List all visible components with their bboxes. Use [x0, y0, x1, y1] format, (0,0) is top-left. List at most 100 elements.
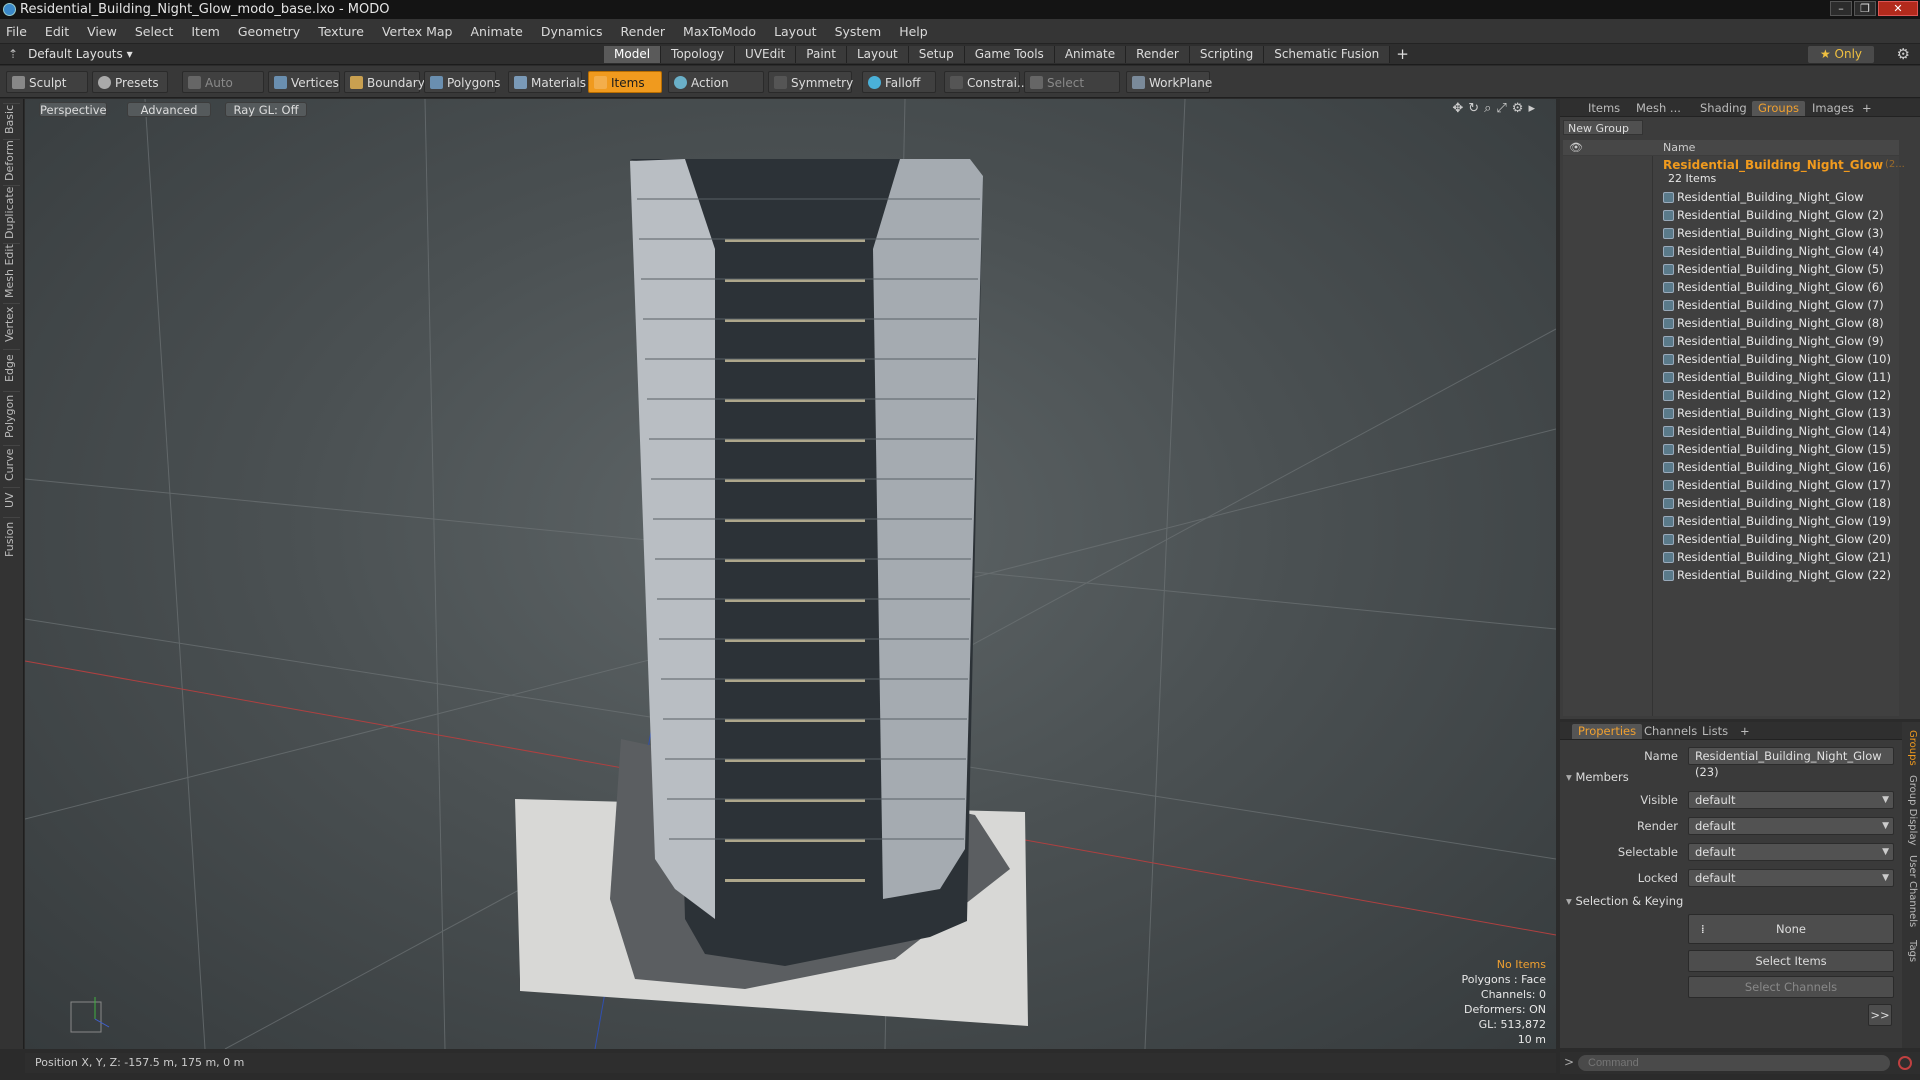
group-member-row[interactable]: Residential_Building_Night_Glow (20): [1563, 530, 1899, 548]
presets-button[interactable]: Presets: [92, 71, 168, 93]
side-tab-group-display[interactable]: Group Display: [1904, 774, 1918, 846]
name-field[interactable]: Residential_Building_Night_Glow (23): [1688, 747, 1894, 779]
tab-layout[interactable]: Layout: [846, 46, 909, 63]
group-member-row[interactable]: Residential_Building_Night_Glow (14): [1563, 422, 1899, 440]
select-channels-button[interactable]: Select Channels: [1688, 976, 1894, 998]
tab-curve[interactable]: Curve: [3, 445, 20, 483]
members-section[interactable]: Members: [1566, 770, 1628, 784]
select-items-button[interactable]: Select Items: [1688, 950, 1894, 972]
tab-lists[interactable]: Lists: [1696, 724, 1734, 739]
tab-animate[interactable]: Animate: [1054, 46, 1127, 63]
minimize-button[interactable]: –: [1830, 1, 1852, 16]
side-tab-tags[interactable]: Tags: [1904, 936, 1918, 966]
menu-vertex-map[interactable]: Vertex Map: [382, 24, 453, 39]
sculpt-button[interactable]: Sculpt: [6, 71, 88, 93]
workplane-button[interactable]: WorkPlane: [1126, 71, 1212, 93]
menu-view[interactable]: View: [87, 24, 117, 39]
group-member-row[interactable]: Residential_Building_Night_Glow (5): [1563, 260, 1899, 278]
group-member-row[interactable]: Residential_Building_Night_Glow (22): [1563, 566, 1899, 584]
3d-viewport[interactable]: Perspective Advanced Ray GL: Off ✥↻⌕⤢⚙▸ …: [25, 99, 1556, 1049]
tab-properties[interactable]: Properties: [1572, 724, 1643, 739]
group-member-row[interactable]: Residential_Building_Night_Glow (8): [1563, 314, 1899, 332]
add-panel-tab[interactable]: +: [1856, 101, 1878, 116]
tab-schematic-fusion[interactable]: Schematic Fusion: [1264, 46, 1391, 63]
tab-setup[interactable]: Setup: [908, 46, 965, 63]
side-tab-user-channels[interactable]: User Channels: [1904, 850, 1918, 932]
menu-file[interactable]: File: [6, 24, 27, 39]
tab-render[interactable]: Render: [1126, 46, 1190, 63]
polygons-button[interactable]: Polygons: [424, 71, 500, 93]
boundary-button[interactable]: Boundary: [344, 71, 425, 93]
tab-scripting[interactable]: Scripting: [1189, 46, 1265, 63]
group-member-row[interactable]: Residential_Building_Night_Glow (15): [1563, 440, 1899, 458]
record-macro-icon[interactable]: [1898, 1056, 1912, 1070]
action-center-button[interactable]: Action Center: [668, 71, 764, 112]
side-tab-groups[interactable]: Groups: [1904, 726, 1918, 770]
add-tab-button[interactable]: +: [1390, 46, 1415, 63]
group-member-row[interactable]: Residential_Building_Night_Glow (7): [1563, 296, 1899, 314]
menu-select[interactable]: Select: [135, 24, 174, 39]
group-member-row[interactable]: Residential_Building_Night_Glow (9): [1563, 332, 1899, 350]
only-toggle[interactable]: ★ Only: [1808, 46, 1874, 63]
tab-images[interactable]: Images: [1806, 101, 1860, 116]
group-member-row[interactable]: Residential_Building_Night_Glow (13): [1563, 404, 1899, 422]
tab-uv[interactable]: UV: [3, 487, 20, 513]
group-member-row[interactable]: Residential_Building_Night_Glow (3): [1563, 224, 1899, 242]
menu-animate[interactable]: Animate: [471, 24, 523, 39]
tab-topology[interactable]: Topology: [661, 46, 736, 63]
tab-vertex[interactable]: Vertex: [3, 303, 20, 345]
group-member-row[interactable]: Residential_Building_Night_Glow (16): [1563, 458, 1899, 476]
perspective-button[interactable]: Perspective: [39, 102, 107, 117]
render-dropdown[interactable]: default ▼: [1688, 817, 1894, 835]
group-member-row[interactable]: Residential_Building_Night_Glow (4): [1563, 242, 1899, 260]
symmetry-button[interactable]: Symmetry: [768, 71, 853, 93]
none-button[interactable]: ⁞ None: [1688, 914, 1894, 944]
advanced-button[interactable]: Advanced: [127, 102, 211, 117]
group-member-row[interactable]: Residential_Building_Night_Glow: [1563, 188, 1899, 206]
menu-edit[interactable]: Edit: [45, 24, 69, 39]
vertices-button[interactable]: Vertices: [268, 71, 340, 93]
select-through-button[interactable]: Select Through: [1024, 71, 1120, 112]
menu-dynamics[interactable]: Dynamics: [541, 24, 603, 39]
maximize-button[interactable]: ❐: [1854, 1, 1876, 16]
add-properties-tab[interactable]: +: [1734, 724, 1756, 739]
group-member-row[interactable]: Residential_Building_Night_Glow (12): [1563, 386, 1899, 404]
group-member-row[interactable]: Residential_Building_Night_Glow (18): [1563, 494, 1899, 512]
group-member-row[interactable]: Residential_Building_Night_Glow (6): [1563, 278, 1899, 296]
new-group-button[interactable]: New Group: [1563, 120, 1643, 135]
group-member-row[interactable]: Residential_Building_Night_Glow (10): [1563, 350, 1899, 368]
group-member-row[interactable]: Residential_Building_Night_Glow (2): [1563, 206, 1899, 224]
selectable-dropdown[interactable]: default ▼: [1688, 843, 1894, 861]
expand-button[interactable]: >>: [1868, 1004, 1892, 1026]
menu-render[interactable]: Render: [621, 24, 666, 39]
tab-game-tools[interactable]: Game Tools: [964, 46, 1055, 63]
close-button[interactable]: ✕: [1878, 1, 1918, 16]
tab-paint[interactable]: Paint: [796, 46, 847, 63]
tab-shading[interactable]: Shading: [1694, 101, 1753, 116]
group-member-row[interactable]: Residential_Building_Night_Glow (19): [1563, 512, 1899, 530]
menu-layout[interactable]: Layout: [774, 24, 817, 39]
tab-fusion[interactable]: Fusion: [3, 517, 20, 561]
falloff-button[interactable]: Falloff: [862, 71, 936, 93]
group-member-row[interactable]: Residential_Building_Night_Glow (21): [1563, 548, 1899, 566]
tab-uvedit[interactable]: UVEdit: [735, 46, 797, 63]
menu-help[interactable]: Help: [899, 24, 928, 39]
locked-dropdown[interactable]: default ▼: [1688, 869, 1894, 887]
viewport-nav-icons[interactable]: ✥↻⌕⤢⚙▸: [1452, 101, 1540, 116]
menu-item[interactable]: Item: [191, 24, 219, 39]
tab-basic[interactable]: Basic: [3, 103, 20, 135]
group-member-row[interactable]: Residential_Building_Night_Glow (11): [1563, 368, 1899, 386]
items-button[interactable]: Items: [588, 71, 662, 93]
tab-groups[interactable]: Groups: [1752, 101, 1806, 116]
menu-system[interactable]: System: [835, 24, 882, 39]
menu-texture[interactable]: Texture: [318, 24, 364, 39]
menu-geometry[interactable]: Geometry: [238, 24, 300, 39]
tab-edge[interactable]: Edge: [3, 349, 20, 387]
menu-maxtomodo[interactable]: MaxToModo: [683, 24, 756, 39]
selection-keying-section[interactable]: Selection & Keying: [1566, 894, 1683, 908]
tab-channels[interactable]: Channels: [1638, 724, 1703, 739]
tab-polygon[interactable]: Polygon: [3, 391, 20, 441]
group-member-row[interactable]: Residential_Building_Night_Glow (17): [1563, 476, 1899, 494]
tab-deform[interactable]: Deform: [3, 139, 20, 181]
tab-mesh[interactable]: Mesh ...: [1630, 101, 1687, 116]
